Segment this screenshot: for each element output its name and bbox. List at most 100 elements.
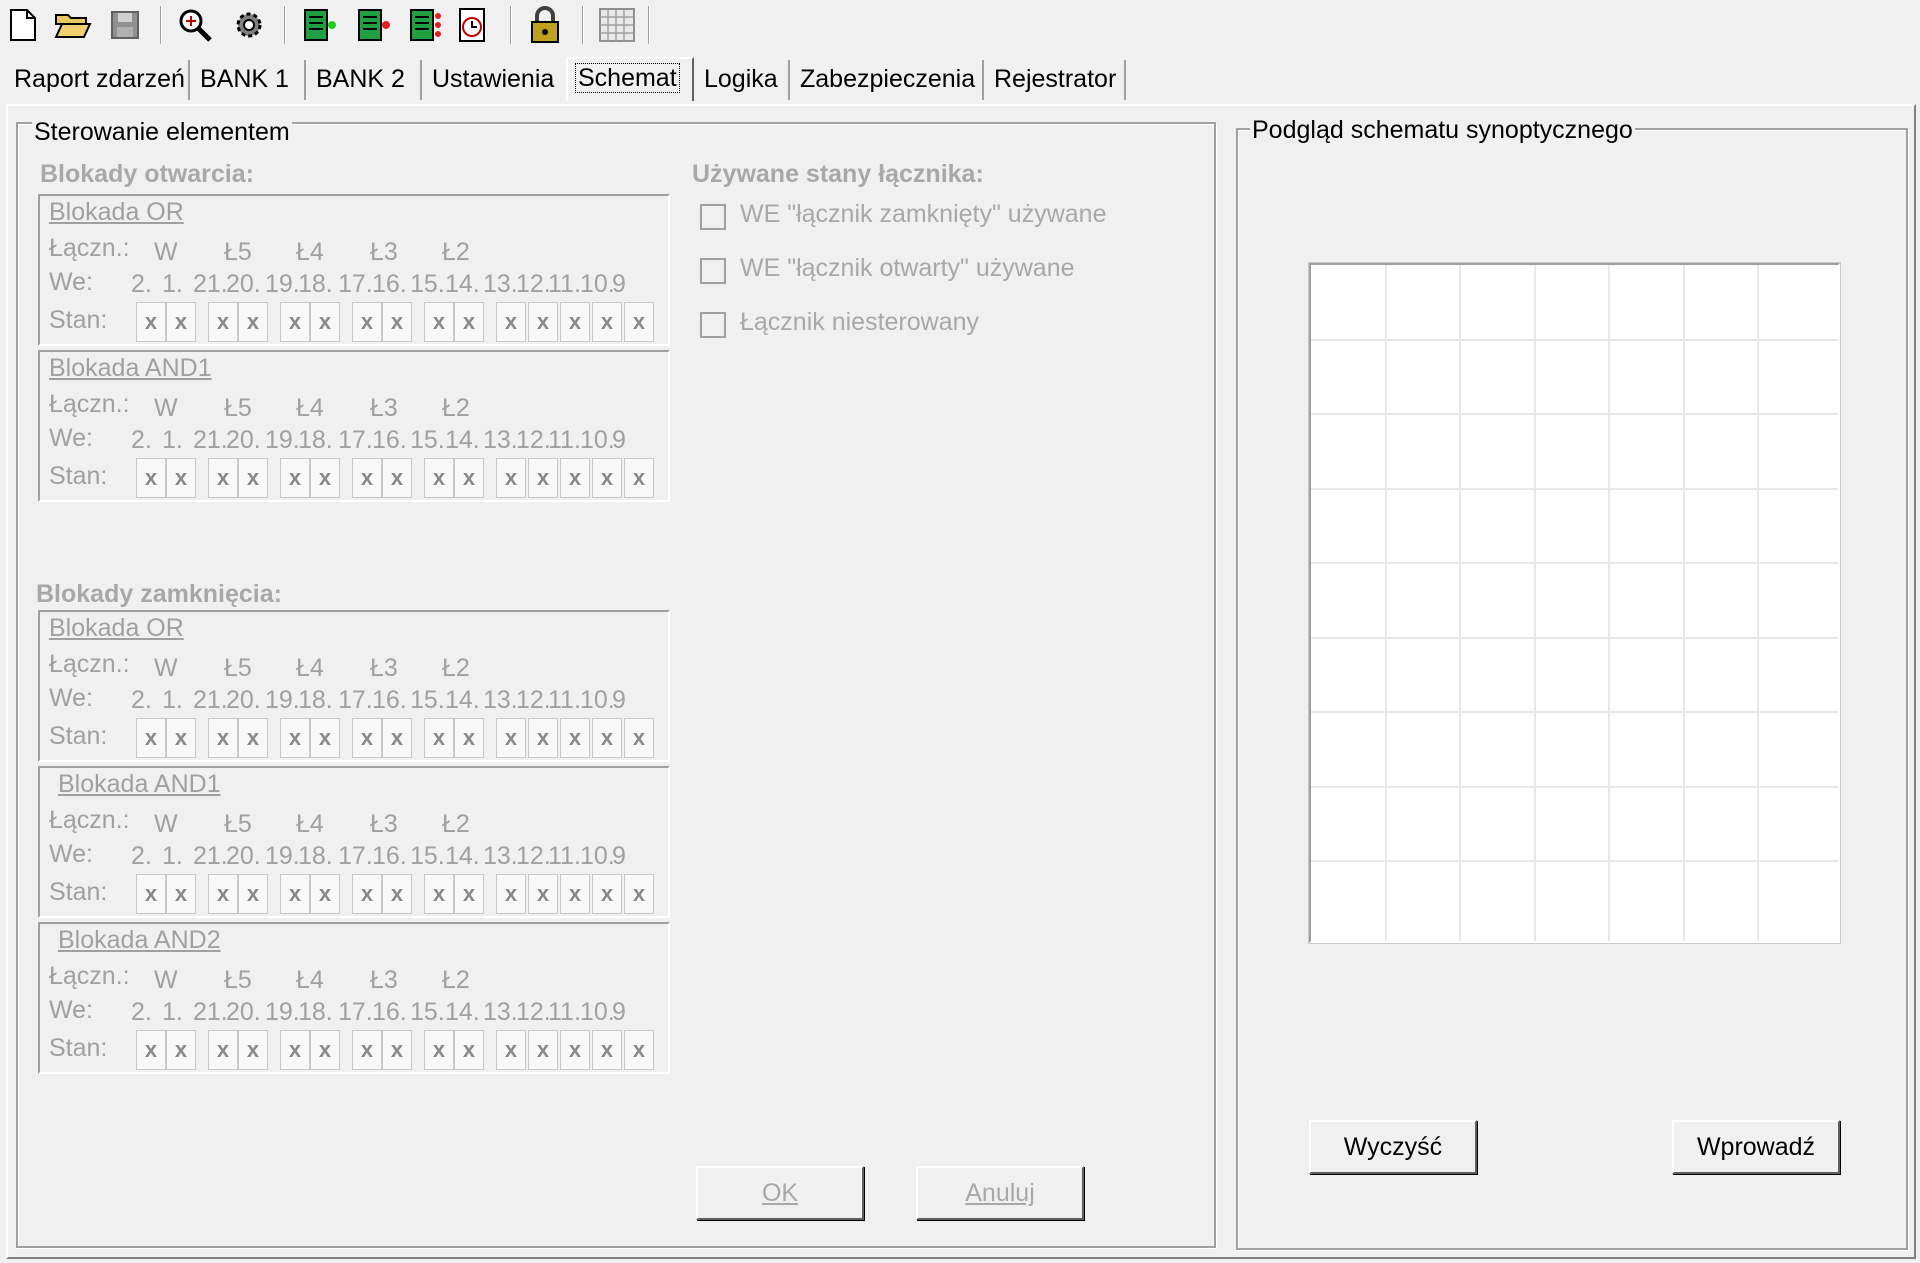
state-cell[interactable]: x bbox=[424, 302, 454, 342]
state-cell[interactable]: x bbox=[136, 1030, 166, 1070]
state-cell[interactable]: x bbox=[592, 458, 622, 498]
state-cell[interactable]: x bbox=[624, 1030, 654, 1070]
state-cell[interactable]: x bbox=[624, 874, 654, 914]
tab-ustawienia[interactable]: Ustawienia bbox=[424, 60, 568, 100]
state-cell[interactable]: x bbox=[136, 718, 166, 758]
state-cell[interactable]: x bbox=[166, 458, 196, 498]
state-cell[interactable]: x bbox=[136, 302, 166, 342]
state-cell[interactable]: x bbox=[166, 718, 196, 758]
state-cell[interactable]: x bbox=[280, 874, 310, 914]
state-cell[interactable]: x bbox=[528, 874, 558, 914]
state-cell[interactable]: x bbox=[208, 874, 238, 914]
state-cell[interactable]: x bbox=[280, 302, 310, 342]
state-cell[interactable]: x bbox=[280, 458, 310, 498]
settings-gear-icon[interactable] bbox=[228, 4, 270, 46]
checkbox-open-used[interactable]: WE "łącznik otwarty" używane bbox=[700, 254, 1100, 288]
state-cell[interactable]: x bbox=[280, 1030, 310, 1070]
state-cell[interactable]: x bbox=[592, 1030, 622, 1070]
state-cell[interactable]: x bbox=[352, 458, 382, 498]
state-cell[interactable]: x bbox=[238, 1030, 268, 1070]
state-cell[interactable]: x bbox=[238, 302, 268, 342]
state-cell[interactable]: x bbox=[208, 458, 238, 498]
state-cell[interactable]: x bbox=[560, 458, 590, 498]
state-cell[interactable]: x bbox=[208, 302, 238, 342]
state-cell[interactable]: x bbox=[382, 718, 412, 758]
checkbox-uncontrolled[interactable]: Łącznik niesterowany bbox=[700, 308, 1100, 342]
state-cell[interactable]: x bbox=[208, 718, 238, 758]
device-red-icon[interactable] bbox=[352, 4, 394, 46]
state-cell[interactable]: x bbox=[238, 458, 268, 498]
state-cell[interactable]: x bbox=[166, 1030, 196, 1070]
state-cell[interactable]: x bbox=[560, 718, 590, 758]
state-cell[interactable]: x bbox=[166, 302, 196, 342]
state-cell[interactable]: x bbox=[496, 458, 526, 498]
tab-raport-zdarzen[interactable]: Raport zdarzeń bbox=[6, 60, 190, 100]
tab-rejestrator[interactable]: Rejestrator bbox=[986, 60, 1126, 100]
state-cell[interactable]: x bbox=[136, 874, 166, 914]
device-green-icon[interactable] bbox=[298, 4, 340, 46]
clear-button[interactable]: Wyczyść bbox=[1309, 1120, 1477, 1174]
state-cell[interactable]: x bbox=[238, 874, 268, 914]
checkbox-box[interactable] bbox=[700, 312, 726, 338]
synoptic-grid[interactable] bbox=[1308, 262, 1841, 944]
state-cell[interactable]: x bbox=[352, 302, 382, 342]
state-cell[interactable]: x bbox=[352, 1030, 382, 1070]
checkbox-box[interactable] bbox=[700, 204, 726, 230]
state-cell[interactable]: x bbox=[496, 874, 526, 914]
device-red-multi-icon[interactable] bbox=[404, 4, 446, 46]
state-cell[interactable]: x bbox=[624, 458, 654, 498]
clock-document-icon[interactable] bbox=[452, 4, 494, 46]
state-cell[interactable]: x bbox=[454, 1030, 484, 1070]
state-cell[interactable]: x bbox=[496, 1030, 526, 1070]
state-cell[interactable]: x bbox=[310, 302, 340, 342]
state-cell[interactable]: x bbox=[238, 718, 268, 758]
tab-bank-2[interactable]: BANK 2 bbox=[308, 60, 422, 100]
state-cell[interactable]: x bbox=[560, 302, 590, 342]
state-cell[interactable]: x bbox=[454, 874, 484, 914]
state-cell[interactable]: x bbox=[424, 1030, 454, 1070]
cancel-button[interactable]: Anuluj bbox=[916, 1166, 1084, 1220]
open-folder-icon[interactable] bbox=[52, 4, 94, 46]
state-cell[interactable]: x bbox=[310, 1030, 340, 1070]
tab-zabezpieczenia[interactable]: Zabezpieczenia bbox=[792, 60, 984, 100]
state-cell[interactable]: x bbox=[382, 458, 412, 498]
state-cell[interactable]: x bbox=[352, 718, 382, 758]
state-cell[interactable]: x bbox=[624, 718, 654, 758]
state-cell[interactable]: x bbox=[310, 458, 340, 498]
state-cell[interactable]: x bbox=[382, 1030, 412, 1070]
state-cell[interactable]: x bbox=[310, 718, 340, 758]
state-cell[interactable]: x bbox=[528, 718, 558, 758]
state-cell[interactable]: x bbox=[382, 302, 412, 342]
state-cell[interactable]: x bbox=[528, 302, 558, 342]
search-zoom-icon[interactable] bbox=[174, 4, 216, 46]
state-cell[interactable]: x bbox=[208, 1030, 238, 1070]
checkbox-closed-used[interactable]: WE "łącznik zamknięty" używane bbox=[700, 200, 1106, 234]
state-cell[interactable]: x bbox=[592, 874, 622, 914]
state-cell[interactable]: x bbox=[592, 718, 622, 758]
state-cell[interactable]: x bbox=[136, 458, 166, 498]
enter-button[interactable]: Wprowadź bbox=[1672, 1120, 1840, 1174]
state-cell[interactable]: x bbox=[280, 718, 310, 758]
state-cell[interactable]: x bbox=[454, 718, 484, 758]
state-cell[interactable]: x bbox=[166, 874, 196, 914]
checkbox-box[interactable] bbox=[700, 258, 726, 284]
state-cell[interactable]: x bbox=[454, 302, 484, 342]
state-cell[interactable]: x bbox=[454, 458, 484, 498]
new-file-icon[interactable] bbox=[2, 4, 44, 46]
state-cell[interactable]: x bbox=[424, 718, 454, 758]
state-cell[interactable]: x bbox=[496, 302, 526, 342]
state-cell[interactable]: x bbox=[382, 874, 412, 914]
tab-bank-1[interactable]: BANK 1 bbox=[192, 60, 306, 100]
state-cell[interactable]: x bbox=[310, 874, 340, 914]
state-cell[interactable]: x bbox=[424, 874, 454, 914]
state-cell[interactable]: x bbox=[424, 458, 454, 498]
grid-icon[interactable] bbox=[596, 4, 638, 46]
tab-logika[interactable]: Logika bbox=[696, 60, 790, 100]
state-cell[interactable]: x bbox=[528, 1030, 558, 1070]
state-cell[interactable]: x bbox=[528, 458, 558, 498]
lock-icon[interactable] bbox=[524, 4, 566, 46]
state-cell[interactable]: x bbox=[496, 718, 526, 758]
state-cell[interactable]: x bbox=[624, 302, 654, 342]
state-cell[interactable]: x bbox=[560, 874, 590, 914]
ok-button[interactable]: OK bbox=[696, 1166, 864, 1220]
